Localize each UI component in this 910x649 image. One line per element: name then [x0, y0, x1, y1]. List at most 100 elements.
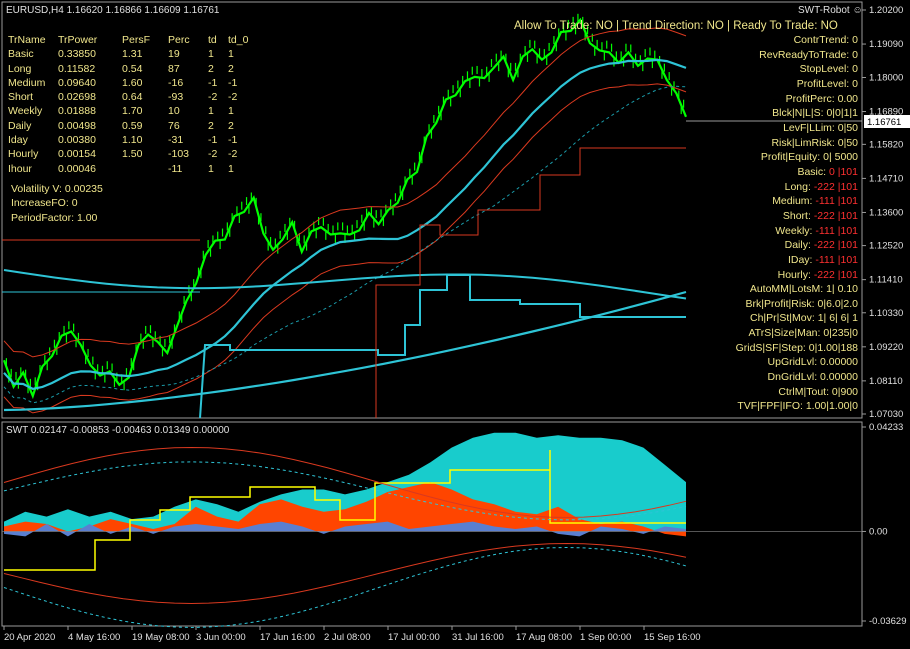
table-cell: Iday: [8, 134, 28, 147]
status-row: Profit|Equity: 0| 5000: [736, 150, 858, 165]
table-cell: 0.00154: [58, 148, 96, 161]
status-value: 0|900: [831, 385, 858, 398]
status-label: RevReadyToTrade:: [759, 48, 853, 61]
table-cell: 1: [228, 162, 234, 175]
table-cell: 0.01888: [58, 105, 96, 118]
table-cell: 0.02698: [58, 91, 96, 104]
y-tick-label: 0.04233: [869, 422, 903, 433]
table-cell: 1: [208, 48, 214, 61]
ma-cyan: [3, 58, 687, 391]
price-line: [2, 17, 688, 400]
status-value: 0|50: [837, 121, 858, 134]
robot-label: SWT-Robot ☺: [798, 4, 863, 18]
volatility-info: IncreaseFO: 0: [11, 197, 78, 210]
table-cell: -11: [168, 162, 183, 175]
table-cell: 2: [228, 62, 234, 75]
status-row: RevReadyToTrade: 0: [736, 48, 858, 63]
table-cell: 19: [168, 48, 180, 61]
table-cell: 1.50: [122, 148, 143, 161]
status-row: AutoMM|LotsM: 1| 0.10: [736, 282, 858, 297]
y-tick-label: 1.20200: [869, 5, 903, 16]
status-row: Weekly: -111 |101: [736, 224, 858, 239]
table-cell: -2: [208, 91, 218, 104]
status-label: ContrTrend:: [793, 34, 853, 46]
table-row: Weekly 0.01888 1.70 10 1 1: [8, 105, 234, 119]
status-value: -111 |101: [815, 195, 858, 208]
status-value: -111 |101: [815, 253, 858, 266]
swt-lower-red: [3, 542, 687, 605]
status-value: 0|0|1|1: [826, 107, 858, 120]
y-tick-label: 1.10330: [869, 308, 903, 319]
table-cell: 1.31: [122, 48, 143, 61]
table-cell: Basic: [8, 48, 34, 61]
table-cell: Daily: [8, 119, 32, 132]
status-value: 0: [852, 48, 858, 61]
ma-cyan-dashed: [3, 85, 687, 404]
status-label: CtrlM|Tout:: [778, 385, 832, 398]
table-cell: -16: [168, 76, 184, 89]
status-value: 1| 6| 6| 1: [817, 312, 858, 325]
status-value: 0|1.00|188: [808, 341, 858, 354]
table-cell: 0.09640: [58, 76, 96, 89]
status-label: Medium:: [772, 195, 816, 208]
x-tick-label: 4 May 16:00: [68, 632, 120, 643]
table-cell: Weekly: [8, 105, 43, 118]
table-cell: 0.54: [122, 62, 143, 75]
table-cell: 0.33850: [58, 48, 96, 61]
table-cell: -93: [168, 91, 184, 104]
table-row: Iday 0.00380 1.10 -31 -1 -1: [8, 134, 237, 148]
table-cell: Medium: [8, 76, 46, 89]
table-row: Long 0.11582 0.54 87 2 2: [8, 62, 234, 77]
status-label: Profit|Equity:: [760, 151, 824, 164]
status-value: 0 |101: [828, 165, 858, 178]
trend-table: TrName TrPower PersF Perc td td_0 Basic 0.33850…: [8, 34, 248, 226]
y-tick-label: 1.14710: [869, 173, 903, 184]
status-label: LevF|LLim:: [783, 121, 838, 134]
y-tick-label: 1.08110: [869, 376, 903, 387]
step-support: [199, 274, 686, 419]
y-tick-label: 1.11410: [869, 275, 903, 286]
x-tick-label: 20 Apr 2020: [4, 632, 55, 643]
y-tick-label: 1.07030: [869, 409, 903, 420]
status-value: 0|6.0|2.0: [817, 297, 859, 310]
x-tick-label: 17 Aug 08:00: [516, 632, 572, 643]
swt-lower-cyan: [3, 546, 687, 629]
y-tick-label: 1.09220: [869, 342, 903, 353]
table-cell: -1: [208, 76, 218, 89]
status-label: ProfitPerc:: [785, 92, 838, 105]
status-value: 0|50: [837, 136, 858, 149]
status-row: Basic: 0 |101: [736, 165, 858, 180]
step-red: [375, 147, 686, 418]
table-cell: 1: [208, 105, 214, 118]
table-cell: 1.10: [122, 134, 143, 147]
status-value: -222 |101: [813, 268, 858, 281]
table-row: Medium 0.09640 1.60 -16 -1 -1: [8, 76, 237, 91]
status-value: 0.00000: [820, 371, 858, 384]
table-cell: -2: [208, 148, 218, 161]
status-row: Long: -222 |101: [736, 180, 858, 195]
table-cell: Long: [8, 62, 32, 75]
volatility-info: Volatility V: 0.00235: [11, 182, 103, 195]
table-cell: Ihour: [8, 162, 32, 175]
table-row: Hourly 0.00154 1.50 -103 -2 -2: [8, 148, 237, 162]
status-label: Risk|LimRisk:: [771, 136, 838, 149]
table-cell: 1: [228, 105, 234, 118]
status-label: GridS|SF|Step:: [735, 341, 809, 354]
smiley-icon: ☺: [852, 5, 863, 16]
status-row: Ch|Pr|St|Mov: 1| 6| 6| 1: [736, 311, 858, 326]
ma-red-lower: [3, 83, 687, 414]
main-chart-header: EURUSD,H4 1.16620 1.16866 1.16609 1.1676…: [6, 5, 220, 16]
status-label: Hourly:: [777, 268, 814, 281]
status-row: CtrlM|Tout: 0|900: [736, 385, 858, 400]
table-cell: -2: [228, 91, 238, 104]
table-cell: 0.59: [122, 119, 143, 132]
y-tick-label: 1.18000: [869, 72, 903, 83]
current-price-label: 1.16761: [867, 117, 901, 128]
status-row: TVF|FPF|IFO: 1.00|1.00|0: [736, 399, 858, 414]
status-row: Short: -222 |101: [736, 209, 858, 224]
status-label: Short:: [782, 209, 814, 222]
status-row: Risk|LimRisk: 0|50: [736, 136, 858, 151]
table-cell: -31: [168, 134, 184, 147]
status-value: -222 |101: [813, 239, 858, 252]
table-cell: td_0: [228, 34, 249, 46]
